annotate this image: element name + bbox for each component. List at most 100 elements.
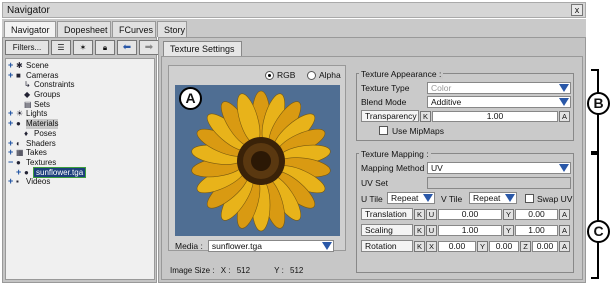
v-tile-select[interactable]: Repeat — [469, 192, 517, 204]
tab-story[interactable]: Story — [157, 21, 187, 37]
rotation-y-value[interactable]: 0.00 — [489, 241, 519, 252]
tree-item-scene[interactable]: + ✱ Scene — [6, 60, 154, 71]
scaling-u-value[interactable]: 1.00 — [438, 225, 502, 236]
navigator-window: Navigator x Navigator Dopesheet FCurves … — [0, 0, 613, 288]
expand-icon[interactable]: + — [8, 118, 13, 129]
chevron-down-icon — [559, 84, 569, 92]
sunflower-tga-icon: ● — [24, 167, 29, 177]
u-tile-label: U Tile — [361, 194, 383, 204]
mapping-method-value: UV — [431, 163, 443, 173]
tree-item-groups[interactable]: ◆ Groups — [6, 90, 154, 100]
translation-u-label: U — [426, 209, 437, 220]
texture-appearance-group: Texture Appearance : Texture Type Color … — [356, 69, 574, 141]
image-size-label: Image Size : — [170, 266, 215, 275]
rotation-key-button[interactable]: K — [414, 241, 425, 252]
tree-item-label: Poses — [34, 128, 57, 138]
swap-uv-checkbox[interactable] — [525, 194, 534, 203]
tab-dopesheet[interactable]: Dopesheet — [57, 21, 111, 37]
translation-y-value[interactable]: 0.00 — [515, 209, 558, 220]
callout-a: A — [179, 87, 202, 110]
scaling-y-value[interactable]: 1.00 — [515, 225, 558, 236]
uv-set-field[interactable] — [427, 177, 571, 189]
scaling-u-label: U — [426, 225, 437, 236]
rotation-x-value[interactable]: 0.00 — [438, 241, 476, 252]
image-size: Image Size : X : 512 Y : 512 — [170, 266, 307, 275]
tree-item-takes[interactable]: + ▦ Takes — [6, 147, 154, 158]
forward-arrow-icon[interactable]: ➡ — [139, 40, 159, 55]
transparency-value[interactable]: 1.00 — [432, 111, 558, 122]
filters-button[interactable]: Filters... — [5, 40, 49, 55]
use-mipmaps-checkbox[interactable] — [379, 126, 388, 135]
tree-item-poses[interactable]: ♦ Poses — [6, 129, 154, 139]
rotation-z-label: Z — [520, 241, 531, 252]
lock-icon[interactable]: 🔒︎ — [95, 40, 115, 55]
media-label: Media : — [175, 241, 203, 251]
expand-icon[interactable]: + — [8, 177, 13, 187]
tab-fcurves[interactable]: FCurves — [112, 21, 156, 37]
scaling-key-button[interactable]: K — [414, 225, 425, 236]
tree-item-lights[interactable]: + ☀ Lights — [6, 109, 154, 119]
alpha-radio[interactable]: Alpha — [307, 70, 341, 80]
transparency-key-button[interactable]: K — [420, 111, 431, 122]
chevron-down-icon — [559, 98, 569, 106]
tree-item-label: Groups — [34, 90, 61, 100]
close-icon[interactable]: x — [571, 4, 583, 16]
tree-item-sets[interactable]: ▤ Sets — [6, 100, 154, 110]
u-tile-select[interactable]: Repeat — [387, 192, 435, 204]
u-tile-value: Repeat — [391, 193, 419, 203]
texture-mapping-group: Texture Mapping : Mapping Method UV UV S… — [356, 149, 574, 273]
tree-item-label: Scene — [26, 61, 49, 70]
translation-animate-button[interactable]: A — [559, 209, 570, 220]
rgb-radio[interactable]: RGB — [265, 70, 295, 80]
expand-icon[interactable]: − — [8, 157, 13, 168]
translation-y-label: Y — [503, 209, 514, 220]
texture-appearance-title: Texture Appearance : — [359, 69, 444, 79]
translation-u-value[interactable]: 0.00 — [438, 209, 502, 220]
poses-icon: ♦ — [24, 128, 29, 138]
texture-type-select[interactable]: Color — [427, 82, 571, 94]
translation-label: Translation — [361, 208, 413, 220]
v-tile-label: V Tile — [441, 194, 463, 204]
tab-navigator[interactable]: Navigator — [4, 21, 56, 37]
texture-preview-box: RGB Alpha A Media : sunflower.tga — [168, 65, 346, 252]
scaling-animate-button[interactable]: A — [559, 225, 570, 236]
tree-item-constraints[interactable]: ↳ Constraints — [6, 80, 154, 90]
wand-icon[interactable]: ✶ — [73, 40, 93, 55]
blend-mode-label: Blend Mode — [361, 97, 407, 107]
tree-item-label: sunflower.tga — [32, 166, 87, 179]
expand-icon[interactable]: + — [8, 70, 13, 81]
rotation-z-value[interactable]: 0.00 — [532, 241, 558, 252]
expand-icon[interactable]: + — [16, 167, 21, 178]
mapping-method-select[interactable]: UV — [427, 162, 571, 174]
tree-item-videos[interactable]: + ▪ Videos — [6, 177, 154, 187]
media-select[interactable]: sunflower.tga — [207, 240, 334, 252]
tree-item-textures[interactable]: − ● Textures — [6, 157, 154, 168]
rotation-animate-button[interactable]: A — [559, 241, 570, 252]
list-icon[interactable]: ☰ — [51, 40, 71, 55]
callout-c: C — [587, 220, 610, 243]
transparency-animate-button[interactable]: A — [559, 111, 570, 122]
window-title: Navigator — [7, 5, 50, 16]
tab-texture-settings[interactable]: Texture Settings — [163, 41, 242, 56]
tree-item-materials[interactable]: + ● Materials — [6, 118, 154, 129]
use-mipmaps-label: Use MipMaps — [392, 126, 444, 136]
videos-icon: ▪ — [16, 177, 19, 187]
chevron-down-icon — [559, 164, 569, 172]
tree-item-label: Takes — [26, 148, 47, 158]
translation-key-button[interactable]: K — [414, 209, 425, 220]
back-arrow-icon[interactable]: ⬅ — [117, 40, 137, 55]
rgb-radio-icon[interactable] — [265, 70, 274, 80]
alpha-radio-icon[interactable] — [307, 70, 316, 80]
texture-panel: Texture Settings RGB Alpha A Media : sun… — [158, 37, 586, 283]
tree-item-cameras[interactable]: + ■ Cameras — [6, 70, 154, 81]
alpha-label: Alpha — [319, 70, 341, 80]
blend-mode-select[interactable]: Additive — [427, 96, 571, 108]
lights-icon: ☀ — [16, 109, 24, 119]
tree-item-sunflower-tga[interactable]: + ● sunflower.tga — [6, 166, 154, 179]
image-size-x: 512 — [236, 266, 251, 275]
blend-mode-value: Additive — [431, 97, 462, 107]
sunflower-image — [175, 85, 340, 236]
swap-uv-label: Swap UV — [537, 194, 573, 204]
chevron-down-icon — [505, 194, 515, 202]
tree-item-shaders[interactable]: + ◐ Shaders — [6, 138, 154, 149]
